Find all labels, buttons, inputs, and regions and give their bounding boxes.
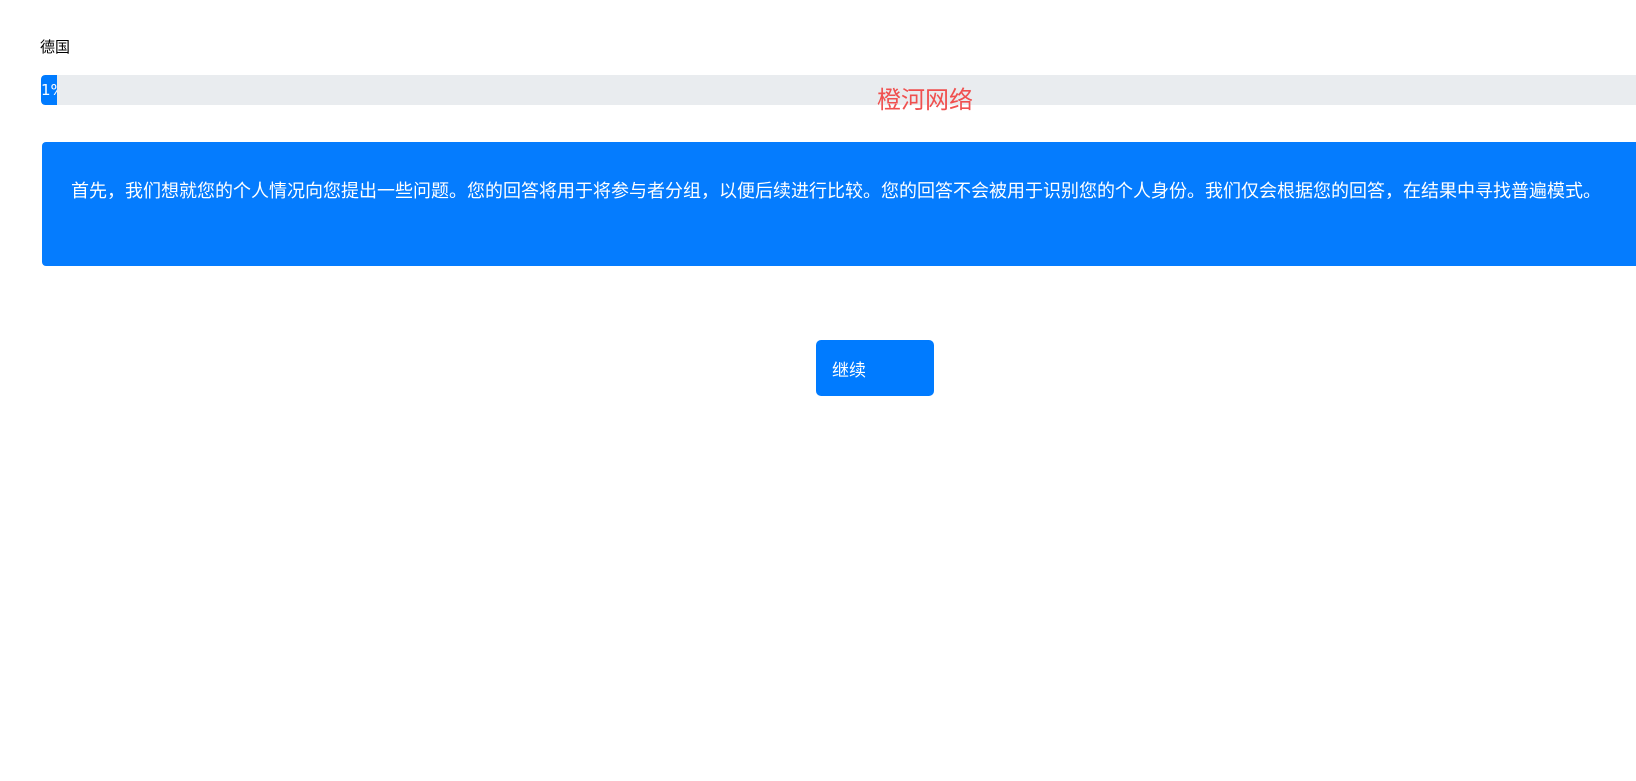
progress-fill: 1% bbox=[41, 75, 57, 105]
country-label: 德国 bbox=[40, 38, 71, 56]
continue-button[interactable]: 继续 bbox=[816, 340, 934, 396]
intro-text: 首先，我们想就您的个人情况向您提出一些问题。您的回答将用于将参与者分组，以便后续… bbox=[71, 181, 1601, 202]
survey-page: 德国 1% 橙河网络 首先，我们想就您的个人情况向您提出一些问题。您的回答将用于… bbox=[0, 0, 1636, 781]
intro-info-box: 首先，我们想就您的个人情况向您提出一些问题。您的回答将用于将参与者分组，以便后续… bbox=[42, 142, 1636, 266]
progress-bar: 1% bbox=[41, 75, 1636, 105]
watermark-text: 橙河网络 bbox=[877, 86, 973, 114]
